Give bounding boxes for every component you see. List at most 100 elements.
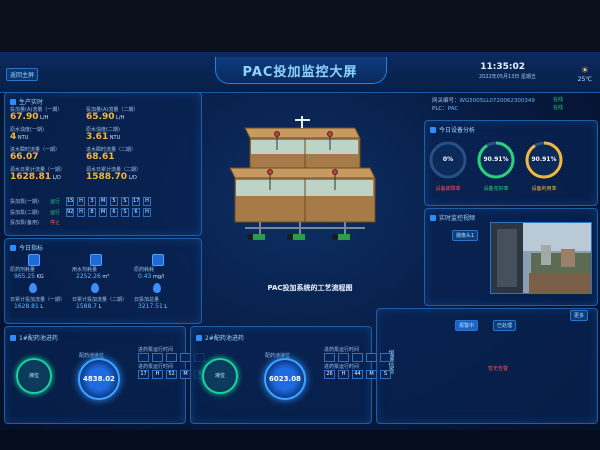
tank-icon [10,334,16,341]
water-drop-icon [153,283,161,293]
pump-time-cell: 92 [66,208,74,217]
production-item-unit: NTU [16,135,29,141]
dosing-time-cell: S [380,370,391,379]
device-analysis-title: 今日设备分析 [430,125,475,134]
today-stat-value: 0.43 mg/l [138,273,165,280]
today-stat-value: 3217.51 L [138,303,168,310]
dosing-time-cell: 44 [352,370,363,379]
process-diagram [195,110,420,270]
tank-icon [196,334,202,341]
today-panel-title: 今日指标 [10,243,43,252]
today-stat-label: 用水剂耗量 [72,267,98,273]
lower-tank-top [229,167,376,179]
pump-time-cell: 6 [132,208,140,217]
today-stat-label: 原药剂耗量 [10,267,36,273]
pump-row-label: 投加泵(备用) [10,220,39,226]
today-stat-label: 日累计投加流量（一期） [10,297,66,303]
dosing-time-cell [338,353,349,362]
clock-date: 2022年05月13日 星期五 [478,74,536,80]
pump-time-cell: H [77,208,85,217]
dosing1-level-label: 液位 [28,373,39,379]
tab-alarming[interactable]: 报警中 [455,320,479,331]
today-stat-unit: mg/l [151,274,165,280]
dosing-time-cell: 26 [324,370,335,379]
plc-label: PLC：PAC [432,106,459,112]
pump-time-cell: M [99,197,107,206]
dosing-time-cell: M [366,370,377,379]
today-panel: 今日指标 [4,238,202,324]
dosing-time-cell: H [338,370,349,379]
dosing2-value: 6023.08 [269,375,301,383]
weather-temp: 25℃ [577,76,592,83]
today-stat-value: 2252.26 m³ [76,273,110,280]
dosing-time-cell [352,353,363,362]
dosing-cell-label: 进药泵运行时间 [138,364,174,370]
dosing-cell-label: 进药泵运行时间 [138,347,174,353]
pump-row-label: 投加泵(一期) [10,199,39,205]
production-item-value: 3.61 NTU [86,132,121,142]
gateway-id-label: 网关编号：WG5005LL0720062300349 [432,98,535,104]
today-stat-value: 1588.7 L [76,303,102,310]
water-drop-icon [91,283,99,293]
gateway-status: 在线 [553,97,564,103]
pump-time-cell: S [121,208,129,217]
dosing-time-cell: H [152,370,163,379]
process-svg [229,116,376,240]
dosing-time-cell [366,353,377,362]
dosing-cell-row: 26 H 44 M S [324,370,392,379]
today-stat-label: 日累计投加流量（二期） [72,297,128,303]
plc-status: 在线 [553,105,564,111]
dosing-time-cell: 52 [166,370,177,379]
device-ring-value: 90.91% [531,156,557,163]
device-ring-label: 设备故障率 [435,186,461,192]
today-stat-label: 日投加总量 [134,297,160,303]
pump-row-status: 运行 [50,210,61,216]
dosing-cell-row [324,353,392,362]
pump-row: 投加泵(一期) 运行 15 H 3 M 5 S 17 H [10,197,152,206]
clock-time: 11:35:02 [480,62,525,72]
pump-time-cell: 6 [110,208,118,217]
today-stat-value: 1628.81 L [14,303,44,310]
alarm-panel [376,308,598,424]
pump-time-cell: 5 [110,197,118,206]
today-stat-unit: L [38,304,44,310]
page-title: PAC投加监控大屏 [242,65,358,80]
dosing2-level-label: 液位 [214,373,225,379]
production-item-value: 66.07 [10,152,39,162]
sun-icon: ☀ [580,66,589,76]
stat-icon [152,254,164,266]
weather-widget: ☀ 25℃ [578,66,592,83]
no-alarm-text: 暂无告警 [488,366,509,372]
pump-time-cell: H [77,197,85,206]
panel-bullet-icon [10,98,16,105]
upper-tank-top [244,127,361,139]
device-ring-value: 90.91% [483,156,509,163]
production-panel-title: 生产实时 [10,97,43,106]
today-stat-unit: L [162,304,168,310]
more-button[interactable]: 更多 [570,310,589,321]
production-title-text: 生产实时 [19,99,44,106]
device-ring-value: 0% [442,156,454,163]
bottom-band [0,430,600,450]
pump-time-cell: S [121,197,129,206]
pump-time-cell: H [143,208,151,217]
device-ring-label: 设备利用率 [531,186,557,192]
water-drop-icon [29,283,37,293]
production-item-unit: L/H [114,115,125,121]
video-feed[interactable] [490,222,592,294]
today-stat-unit: m³ [100,274,110,280]
camera-select-button[interactable]: 摄像头1 [452,230,479,241]
production-item-value: 1628.81 L/D [10,172,61,182]
pump-time-cell: 17 [132,197,140,206]
dosing-time-cell [138,353,149,362]
today-stat-unit: KG [35,274,44,280]
top-band [0,0,600,52]
process-caption: PAC投加系统的工艺流程图 [267,284,353,292]
dosing1-title: 1#配药池进药 [10,333,58,342]
dosing-time-cell [166,353,177,362]
production-item-value: 65.90 L/H [86,112,125,122]
back-home-button[interactable]: 返回主屏 [6,68,39,81]
pump-time-cell: 3 [88,197,96,206]
tab-handled[interactable]: 已处理 [493,320,517,331]
dosing-cell-label: 进药泵运行时间 [324,347,360,353]
